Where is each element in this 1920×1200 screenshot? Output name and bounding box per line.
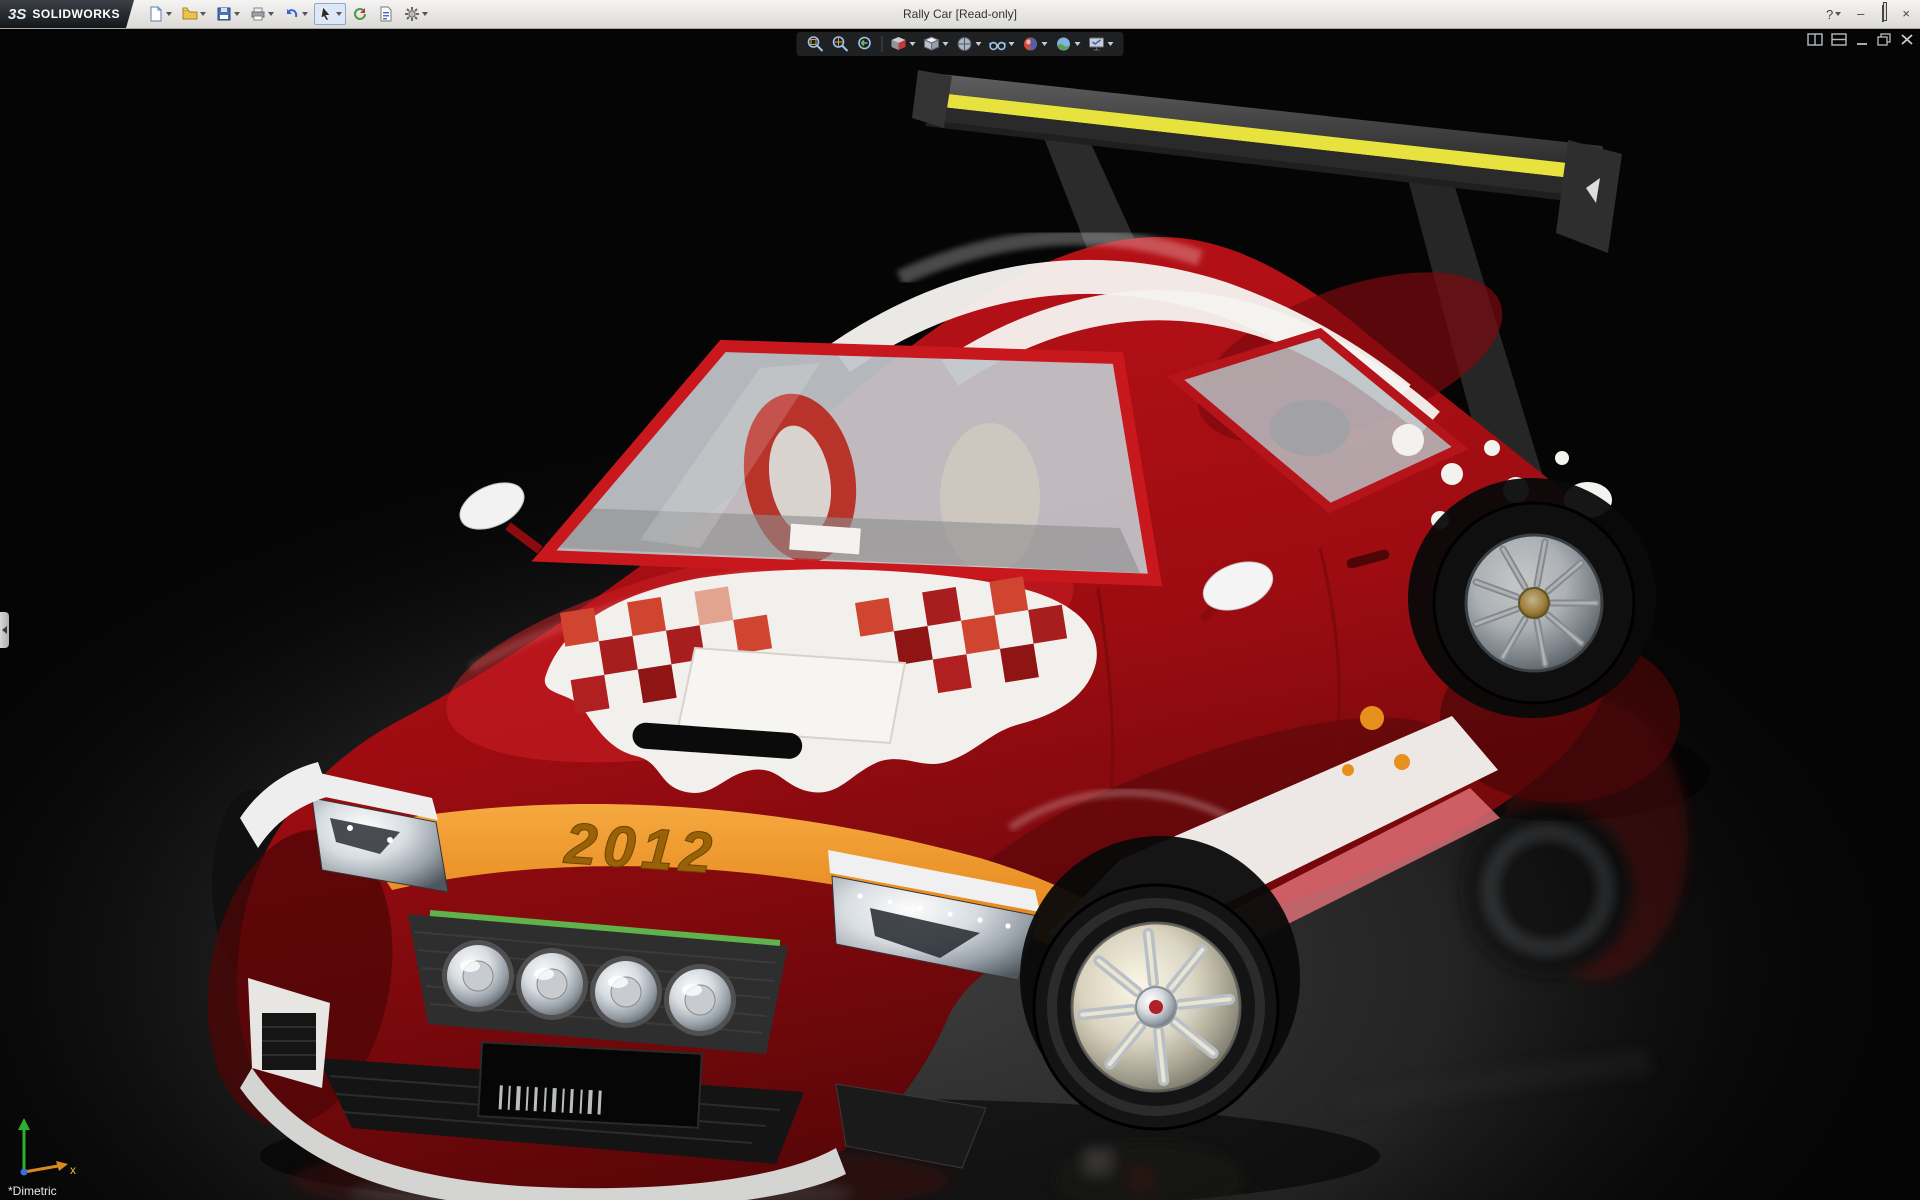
view-settings-icon — [1088, 35, 1106, 53]
dropdown-caret[interactable] — [910, 42, 916, 46]
year-decal: 2012 — [562, 811, 720, 887]
dropdown-caret[interactable] — [336, 12, 342, 16]
titlebar: 3S SOLIDWORKS — [0, 0, 1920, 29]
split-pane-right-icon[interactable] — [1831, 33, 1847, 46]
dropdown-caret[interactable] — [302, 12, 308, 16]
undo-icon — [284, 6, 300, 22]
split-pane-left-icon[interactable] — [1807, 33, 1823, 46]
brand-name: SOLIDWORKS — [32, 7, 120, 21]
view-orientation-cube-icon — [923, 35, 941, 53]
zoom-to-area-button[interactable] — [830, 34, 852, 54]
open-button[interactable] — [178, 3, 210, 25]
rear-right-wheel[interactable] — [1434, 503, 1634, 703]
hide-show-glasses-icon — [989, 35, 1007, 53]
save-button[interactable] — [212, 3, 244, 25]
print-icon — [250, 6, 266, 22]
help-button[interactable]: ? — [1822, 7, 1845, 22]
view-orientation-button[interactable] — [921, 34, 951, 54]
minimize-button[interactable]: – — [1851, 1, 1870, 27]
new-document-button[interactable] — [144, 3, 176, 25]
dropdown-caret[interactable] — [943, 42, 949, 46]
main-toolbar — [144, 3, 432, 25]
heads-up-view-toolbar — [797, 32, 1124, 56]
new-document-icon — [148, 6, 164, 22]
edit-appearance-button[interactable] — [1020, 34, 1050, 54]
zoom-to-fit-icon — [807, 35, 825, 53]
file-properties-button[interactable] — [374, 3, 398, 25]
license-plate[interactable] — [478, 1042, 702, 1127]
model-render-rally-car[interactable]: 2012 — [0, 28, 1920, 1200]
document-window-controls — [1807, 33, 1914, 46]
feature-tree-collapse-tab[interactable] — [0, 612, 9, 648]
options-gear-icon — [404, 6, 420, 22]
dropdown-caret[interactable] — [1009, 42, 1015, 46]
select-cursor-icon — [318, 6, 334, 22]
section-view-icon — [890, 35, 908, 53]
orientation-triad: x — [10, 1112, 82, 1178]
window-title: Rally Car [Read-only] — [903, 7, 1017, 21]
previous-view-icon — [857, 35, 875, 53]
hide-show-items-button[interactable] — [987, 34, 1017, 54]
dropdown-caret[interactable] — [200, 12, 206, 16]
3ds-logo-icon: 3S — [8, 6, 26, 23]
apply-scene-icon — [1055, 35, 1073, 53]
previous-view-button[interactable] — [855, 34, 877, 54]
dropdown-caret[interactable] — [422, 12, 428, 16]
dropdown-caret[interactable] — [1075, 42, 1081, 46]
close-button[interactable]: × — [1896, 1, 1916, 27]
rebuild-button[interactable] — [348, 3, 372, 25]
display-style-button[interactable] — [954, 34, 984, 54]
restore-button[interactable] — [1876, 1, 1890, 27]
options-button[interactable] — [400, 3, 432, 25]
dropdown-caret[interactable] — [1835, 12, 1841, 16]
view-settings-button[interactable] — [1086, 34, 1116, 54]
save-icon — [216, 6, 232, 22]
close-pane-icon[interactable] — [1900, 33, 1914, 46]
edit-appearance-ball-icon — [1022, 35, 1040, 53]
rebuild-icon — [352, 6, 368, 22]
open-folder-icon — [182, 6, 198, 22]
zoom-to-area-icon — [832, 35, 850, 53]
display-style-icon — [956, 35, 974, 53]
collapse-arrow-icon — [2, 626, 7, 634]
view-orientation-label: *Dimetric — [8, 1184, 57, 1198]
minimize-pane-icon[interactable] — [1855, 33, 1869, 46]
window-controls: ? – × — [1822, 0, 1916, 28]
dropdown-caret[interactable] — [234, 12, 240, 16]
help-label: ? — [1826, 7, 1833, 22]
select-button[interactable] — [314, 3, 346, 25]
toolbar-separator — [882, 36, 883, 52]
section-view-button[interactable] — [888, 34, 918, 54]
restore-icon — [1882, 5, 1884, 22]
restore-pane-icon[interactable] — [1877, 33, 1892, 46]
file-properties-icon — [378, 6, 394, 22]
dropdown-caret[interactable] — [166, 12, 172, 16]
solidworks-logo[interactable]: 3S SOLIDWORKS — [0, 0, 134, 28]
dropdown-caret[interactable] — [976, 42, 982, 46]
apply-scene-button[interactable] — [1053, 34, 1083, 54]
dropdown-caret[interactable] — [268, 12, 274, 16]
undo-button[interactable] — [280, 3, 312, 25]
dropdown-caret[interactable] — [1042, 42, 1048, 46]
dropdown-caret[interactable] — [1108, 42, 1114, 46]
graphics-area[interactable]: 2012 — [0, 28, 1920, 1200]
zoom-to-fit-button[interactable] — [805, 34, 827, 54]
triad-x-label: x — [70, 1163, 76, 1177]
print-button[interactable] — [246, 3, 278, 25]
